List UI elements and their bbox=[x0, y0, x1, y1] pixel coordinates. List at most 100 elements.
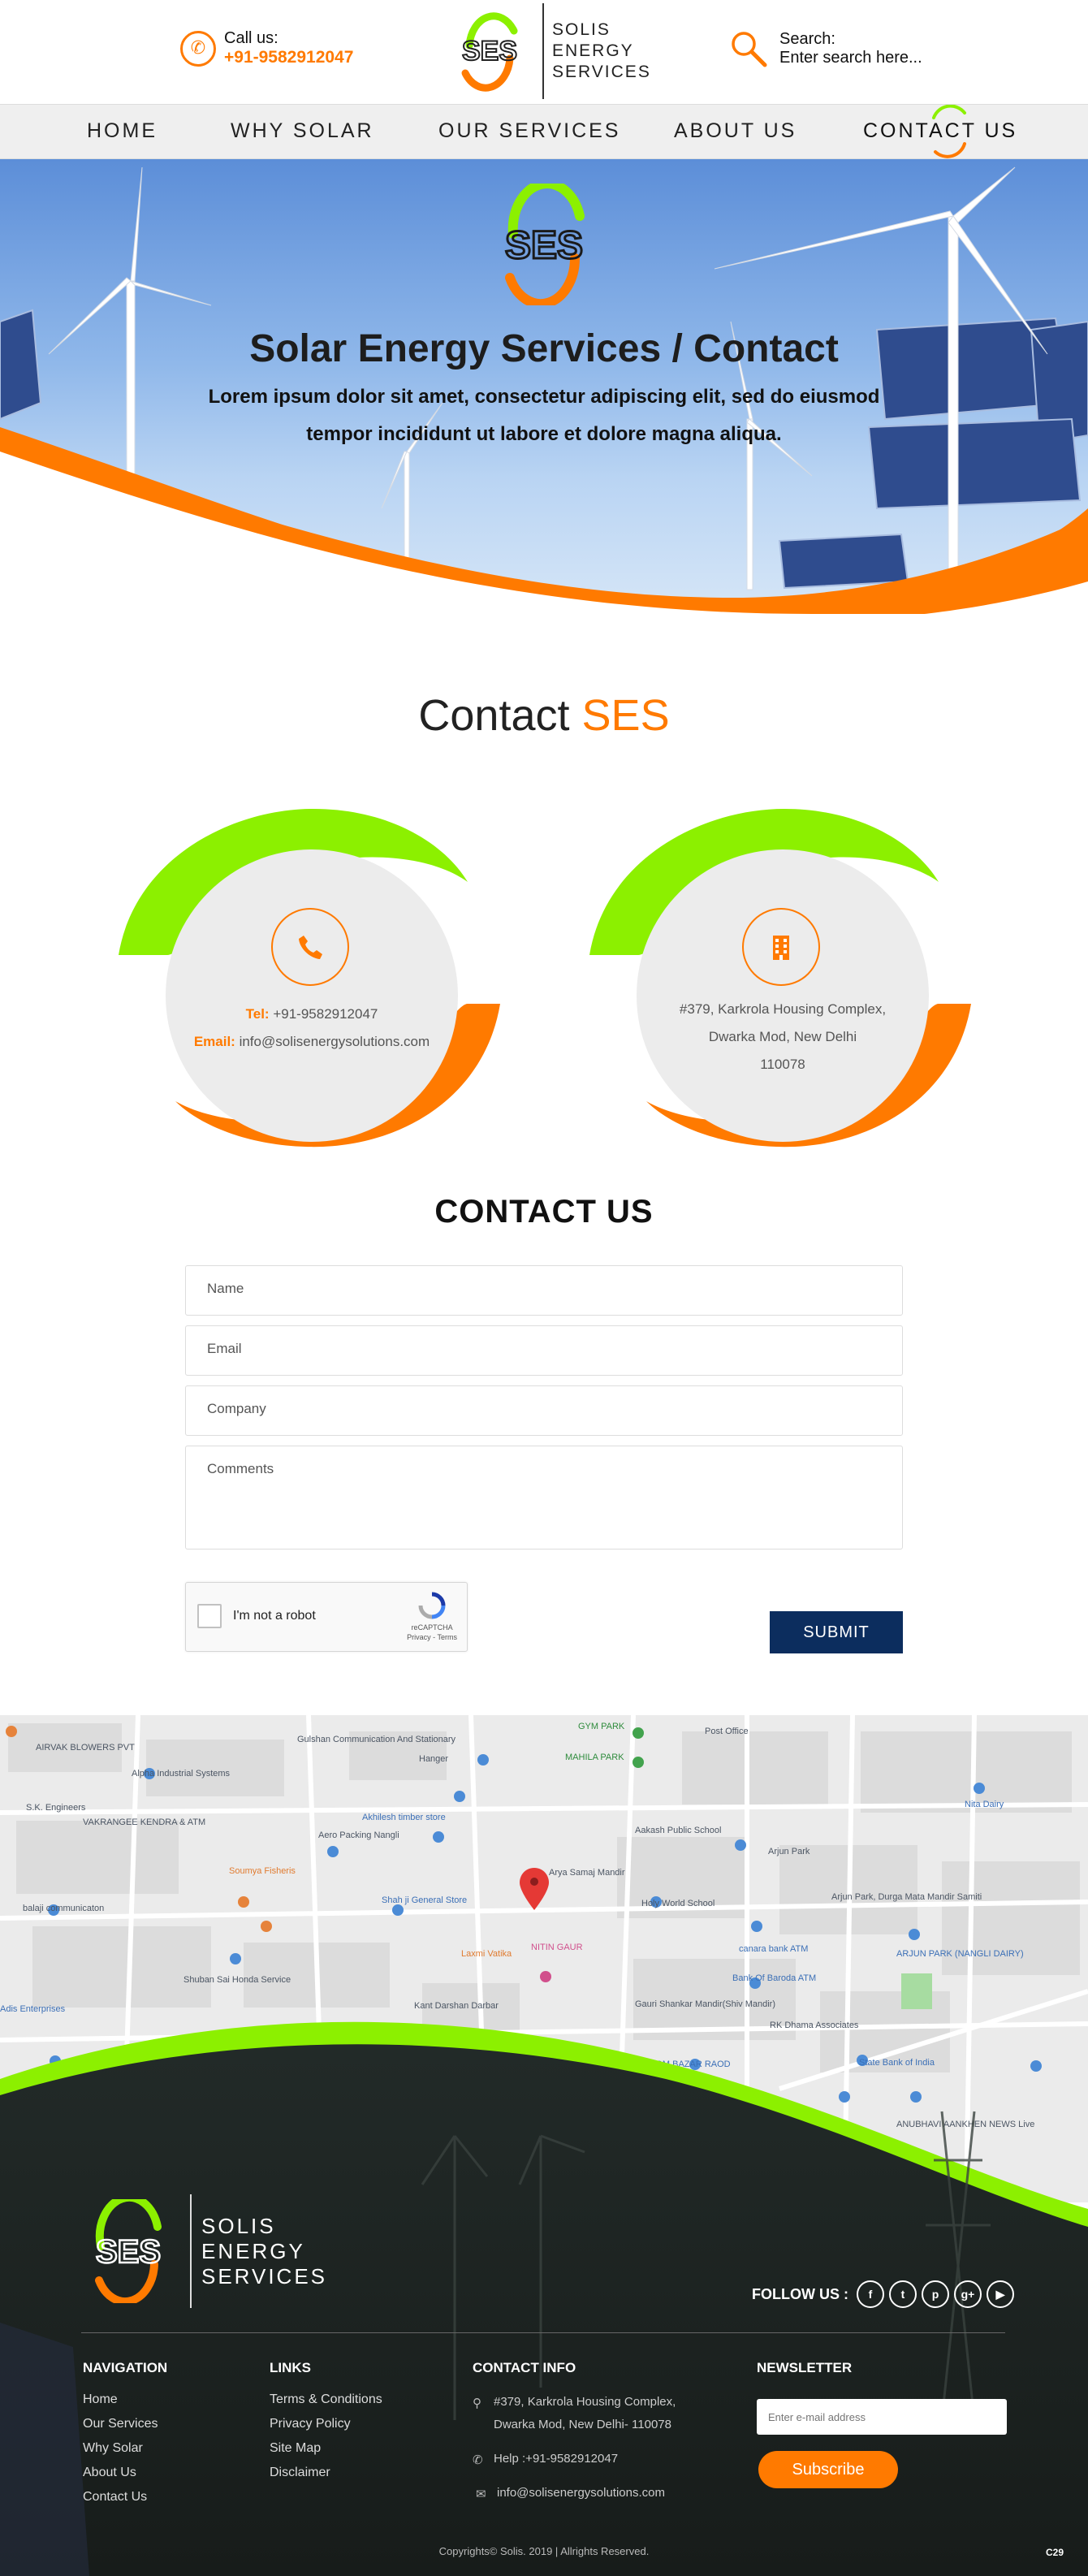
nav-home[interactable]: HOME bbox=[87, 119, 158, 143]
twitter-icon[interactable]: t bbox=[888, 2280, 917, 2308]
map-label: NITIN GAUR bbox=[531, 1943, 583, 1952]
footer-email[interactable]: ✉ info@solisenergysolutions.com bbox=[476, 2482, 665, 2505]
address-line-2: Dwarka Mod, New Delhi bbox=[708, 1029, 857, 1044]
recaptcha-logo-icon bbox=[418, 1592, 446, 1619]
map-label: canara bank ATM bbox=[739, 1944, 809, 1954]
recaptcha-checkbox[interactable] bbox=[197, 1604, 222, 1628]
map-label: Akhilesh timber store bbox=[362, 1813, 446, 1822]
phone-icon: ✆ bbox=[473, 2453, 483, 2467]
footer-link-disclaimer[interactable]: Disclaimer bbox=[270, 2466, 330, 2480]
svg-text:SES: SES bbox=[505, 224, 583, 267]
map-label: AIRVAK BLOWERS PVT bbox=[36, 1743, 135, 1753]
hero-title: Solar Energy Services / Contact bbox=[249, 327, 839, 370]
map-label: Arjun Park, Durga Mata Mandir Samiti bbox=[831, 1892, 982, 1902]
map-label: Gauri Shankar Mandir(Shiv Mandir) bbox=[635, 1999, 776, 2009]
contact-form-title: CONTACT US bbox=[434, 1194, 654, 1230]
email-field[interactable]: Email bbox=[185, 1325, 903, 1376]
search-input[interactable]: Enter search here... bbox=[779, 49, 922, 67]
footer-address: ⚲ #379, Karkrola Housing Complex, Dwarka… bbox=[473, 2391, 676, 2436]
map-label: Arjun Park bbox=[768, 1847, 810, 1856]
footer-nav-about[interactable]: About Us bbox=[83, 2466, 136, 2480]
comments-field[interactable]: Comments bbox=[185, 1446, 903, 1549]
footer-link-sitemap[interactable]: Site Map bbox=[270, 2441, 321, 2456]
address-line-3: 110078 bbox=[760, 1057, 805, 1072]
phone-icon: ✆ bbox=[180, 30, 216, 67]
copyright-text: Copyrights© Solis. 2019 | Allrights Rese… bbox=[438, 2545, 650, 2557]
map-label: Hanger bbox=[419, 1754, 449, 1764]
newsletter-email-input[interactable] bbox=[757, 2399, 1007, 2435]
map-label: Nita Dairy bbox=[965, 1800, 1004, 1809]
location-pin-icon: ⚲ bbox=[473, 2397, 481, 2410]
call-us-block[interactable]: ✆ Call us: +91-9582912047 bbox=[180, 29, 353, 67]
hero-ses-logo-icon: SES bbox=[503, 184, 585, 305]
map-label: Bank Of Baroda ATM bbox=[732, 1973, 817, 1983]
nav-why-solar[interactable]: WHY SOLAR bbox=[231, 119, 374, 143]
card-circle: Tel: +91-9582912047 Email: info@solisene… bbox=[166, 849, 458, 1142]
mail-icon: ✉ bbox=[476, 2487, 486, 2501]
map-label: GYM PARK bbox=[578, 1722, 625, 1731]
navigation-heading: NAVIGATION bbox=[83, 2360, 168, 2375]
map-label: Alpha Industrial Systems bbox=[132, 1769, 231, 1779]
footer-link-privacy[interactable]: Privacy Policy bbox=[270, 2417, 351, 2431]
main-nav: HOME WHY SOLAR OUR SERVICES ABOUT US CON… bbox=[0, 104, 1088, 159]
map-label: Gulshan Communication And Stationary bbox=[297, 1735, 456, 1744]
footer-nav-contact[interactable]: Contact Us bbox=[83, 2490, 147, 2505]
recaptcha-widget: I'm not a robot reCAPTCHA Privacy - Term… bbox=[185, 1582, 468, 1652]
footer-phone[interactable]: ✆ Help :+91-9582912047 bbox=[473, 2448, 618, 2470]
google-plus-icon[interactable]: g+ bbox=[953, 2280, 982, 2308]
tel-label: Tel: bbox=[245, 1006, 270, 1022]
nav-our-services[interactable]: OUR SERVICES bbox=[438, 119, 620, 143]
contact-info-heading: CONTACT INFO bbox=[473, 2360, 576, 2375]
card-circle: #379, Karkrola Housing Complex, Dwarka M… bbox=[637, 849, 929, 1142]
call-label: Call us: bbox=[224, 29, 278, 47]
recaptcha-brand: reCAPTCHA bbox=[411, 1623, 453, 1632]
footer-nav-why-solar[interactable]: Why Solar bbox=[83, 2441, 143, 2456]
map-label: Adis Enterprises bbox=[0, 2004, 66, 2014]
company-field[interactable]: Company bbox=[185, 1385, 903, 1436]
map-label: Aakash Public School bbox=[635, 1826, 722, 1835]
address-line-1: #379, Karkrola Housing Complex, bbox=[679, 1001, 887, 1017]
footer-ses-logo-icon: SES bbox=[95, 2199, 162, 2303]
footer-logo[interactable]: SES SOLIS ENERGY SERVICES bbox=[76, 2194, 327, 2308]
active-nav-swoosh-icon bbox=[932, 105, 966, 158]
nav-about-us[interactable]: ABOUT US bbox=[674, 119, 797, 143]
map-label: Soumya Fisheris bbox=[229, 1866, 296, 1876]
map-label: Post Office bbox=[705, 1727, 749, 1736]
svg-text:SES: SES bbox=[96, 2234, 161, 2270]
youtube-icon[interactable]: ▶ bbox=[986, 2280, 1014, 2308]
links-heading: LINKS bbox=[270, 2360, 311, 2375]
search-block[interactable]: Search: Enter search here... bbox=[729, 29, 922, 68]
search-icon bbox=[732, 32, 767, 67]
recaptcha-links[interactable]: Privacy - Terms bbox=[407, 1632, 457, 1642]
subscribe-button[interactable]: Subscribe bbox=[758, 2451, 898, 2488]
map-label: Shah ji General Store bbox=[382, 1895, 468, 1905]
pinterest-icon[interactable]: p bbox=[921, 2280, 949, 2308]
map-label: MAHILA PARK bbox=[565, 1753, 624, 1762]
footer-link-terms[interactable]: Terms & Conditions bbox=[270, 2392, 382, 2407]
map-label: Arya Samaj Mandir bbox=[549, 1868, 625, 1878]
footer-nav-home[interactable]: Home bbox=[83, 2392, 118, 2407]
facebook-icon[interactable]: f bbox=[856, 2280, 884, 2308]
tel-value[interactable]: +91-9582912047 bbox=[273, 1006, 378, 1022]
submit-button[interactable]: SUBMIT bbox=[770, 1611, 903, 1653]
map-label: Laxmi Vatika bbox=[461, 1949, 512, 1959]
svg-text:SES: SES bbox=[462, 36, 517, 67]
footer-logo-divider bbox=[190, 2194, 192, 2308]
map-label: VAKRANGEE KENDRA & ATM bbox=[83, 1817, 206, 1827]
phone-email-card: Tel: +91-9582912047 Email: info@solisene… bbox=[119, 809, 500, 1150]
logo-divider bbox=[542, 3, 544, 99]
footer-nav-services[interactable]: Our Services bbox=[83, 2417, 158, 2431]
footer-divider bbox=[81, 2332, 1005, 2333]
phone-icon bbox=[271, 908, 349, 986]
name-field[interactable]: Name bbox=[185, 1265, 903, 1316]
brand-logo[interactable]: SES SOLIS ENERGY SERVICES bbox=[445, 3, 651, 99]
hero-subtitle: Lorem ipsum dolor sit amet, consectetur … bbox=[208, 386, 880, 445]
map-label: Kant Darshan Darbar bbox=[414, 2001, 499, 2011]
contact-ses-title: Contact SES bbox=[418, 691, 670, 740]
call-number[interactable]: +91-9582912047 bbox=[224, 48, 353, 67]
follow-label: FOLLOW US : bbox=[752, 2285, 848, 2302]
newsletter-heading: NEWSLETTER bbox=[757, 2360, 853, 2375]
map-label: Shuban Sai Honda Service bbox=[183, 1975, 291, 1985]
email-value[interactable]: info@solisenergysolutions.com bbox=[240, 1034, 430, 1049]
map-label: balaji communicaton bbox=[23, 1904, 105, 1913]
